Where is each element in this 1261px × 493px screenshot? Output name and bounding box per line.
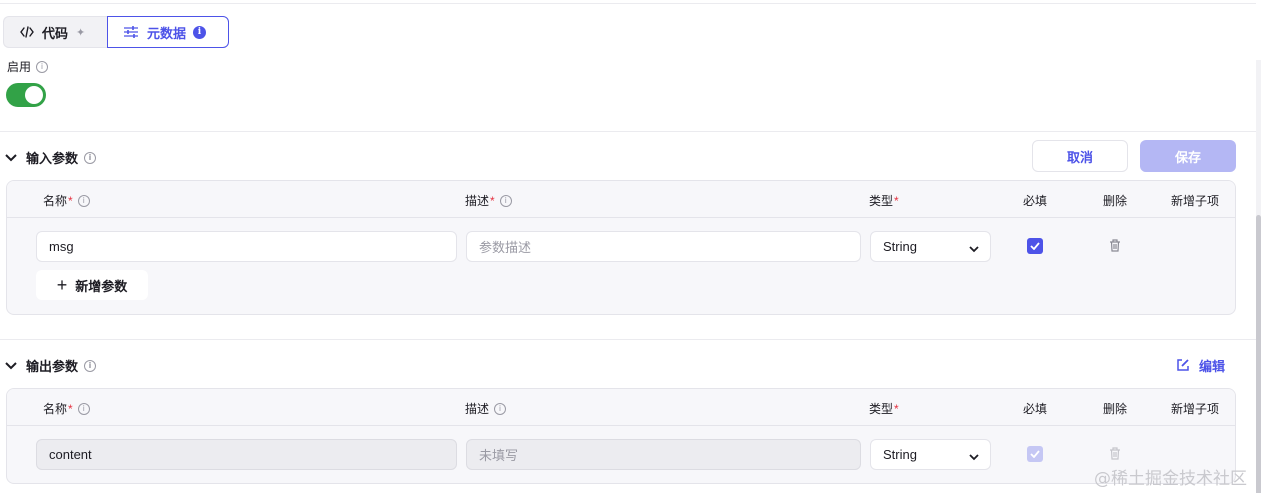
- col-required: 必填: [1023, 402, 1048, 416]
- sliders-icon: [123, 25, 139, 39]
- output-section-header[interactable]: 输出参数 i: [4, 356, 97, 375]
- param-type-select[interactable]: String: [870, 231, 991, 262]
- toggle-knob: [25, 86, 43, 104]
- chevron-down-icon[interactable]: [4, 359, 18, 373]
- edit-button[interactable]: 编辑: [1176, 355, 1225, 375]
- add-param-button[interactable]: + 新增参数: [36, 270, 148, 300]
- col-delete: 删除: [1103, 194, 1128, 208]
- top-divider: [0, 0, 1256, 4]
- edit-icon: [1176, 358, 1190, 372]
- chevron-down-icon[interactable]: [4, 151, 18, 165]
- info-tooltip-icon[interactable]: i: [84, 151, 97, 164]
- tab-code[interactable]: 代码 ✦: [3, 16, 107, 48]
- col-name: 名称 * i: [43, 192, 90, 209]
- col-type: 类型 *: [869, 401, 899, 417]
- tab-code-label: 代码: [42, 25, 69, 41]
- param-name-input[interactable]: msg: [36, 231, 457, 262]
- table-header: 名称 * i 描述 * i 类型 * 必填 删除 新增子项: [7, 181, 1235, 218]
- input-section-header[interactable]: 输入参数 i: [4, 148, 97, 167]
- plus-icon: +: [56, 275, 68, 295]
- chevron-down-icon: [969, 449, 979, 464]
- info-icon: i: [193, 25, 207, 39]
- col-type: 类型 *: [869, 193, 899, 209]
- code-icon: [20, 26, 34, 38]
- cancel-button[interactable]: 取消: [1032, 140, 1128, 172]
- required-checkbox[interactable]: [1027, 238, 1043, 254]
- col-add-child: 新增子项: [1171, 402, 1220, 416]
- sparkle-icon: ✦: [76, 26, 86, 39]
- input-section-title: 输入参数: [26, 151, 79, 166]
- view-tabs: 代码 ✦ 元数据 i: [3, 16, 229, 48]
- output-type-value: String: [883, 447, 917, 462]
- section-divider: [0, 339, 1256, 340]
- watermark: @稀土掘金技术社区: [1094, 469, 1247, 489]
- trash-icon[interactable]: [1109, 239, 1121, 255]
- col-required: 必填: [1023, 194, 1048, 208]
- col-name: 名称 * i: [43, 400, 90, 417]
- info-tooltip-icon[interactable]: i: [494, 402, 507, 415]
- output-desc-input[interactable]: 未填写: [466, 439, 861, 470]
- input-params-table: 名称 * i 描述 * i 类型 * 必填 删除 新增子项 msg 参数描述 String…: [6, 180, 1236, 315]
- info-tooltip-icon[interactable]: i: [77, 402, 90, 415]
- output-required-checkbox: [1027, 446, 1043, 462]
- info-tooltip-icon[interactable]: i: [77, 194, 90, 207]
- param-type-value: String: [883, 239, 917, 254]
- scrollbar-thumb[interactable]: [1256, 215, 1261, 493]
- output-type-select[interactable]: String: [870, 439, 991, 470]
- enabled-label-row: 启用 i: [7, 58, 49, 75]
- col-desc: 描述 * i: [465, 192, 512, 209]
- col-add-child: 新增子项: [1171, 194, 1220, 208]
- section-divider: [0, 131, 1256, 132]
- col-desc: 描述 i: [465, 400, 507, 417]
- output-params-table: 名称 * i 描述 i 类型 * 必填 删除 新增子项 content 未填写 Stri…: [6, 388, 1236, 484]
- info-tooltip-icon[interactable]: i: [499, 194, 512, 207]
- output-name-input[interactable]: content: [36, 439, 457, 470]
- add-param-label: 新增参数: [75, 278, 128, 294]
- table-header: 名称 * i 描述 i 类型 * 必填 删除 新增子项: [7, 389, 1235, 426]
- vertical-scrollbar[interactable]: [1256, 60, 1261, 493]
- edit-label: 编辑: [1199, 358, 1226, 374]
- info-tooltip-icon[interactable]: i: [84, 359, 97, 372]
- tab-metadata-label: 元数据: [147, 25, 187, 41]
- enabled-label: 启用: [7, 60, 32, 74]
- chevron-down-icon: [969, 241, 979, 256]
- info-tooltip-icon[interactable]: i: [36, 60, 49, 73]
- tab-metadata[interactable]: 元数据 i: [107, 16, 229, 48]
- param-desc-input[interactable]: 参数描述: [466, 231, 861, 262]
- save-button[interactable]: 保存: [1140, 140, 1236, 172]
- enabled-toggle[interactable]: [6, 83, 46, 107]
- trash-icon: [1109, 447, 1121, 463]
- output-section-title: 输出参数: [26, 359, 79, 374]
- col-delete: 删除: [1103, 402, 1128, 416]
